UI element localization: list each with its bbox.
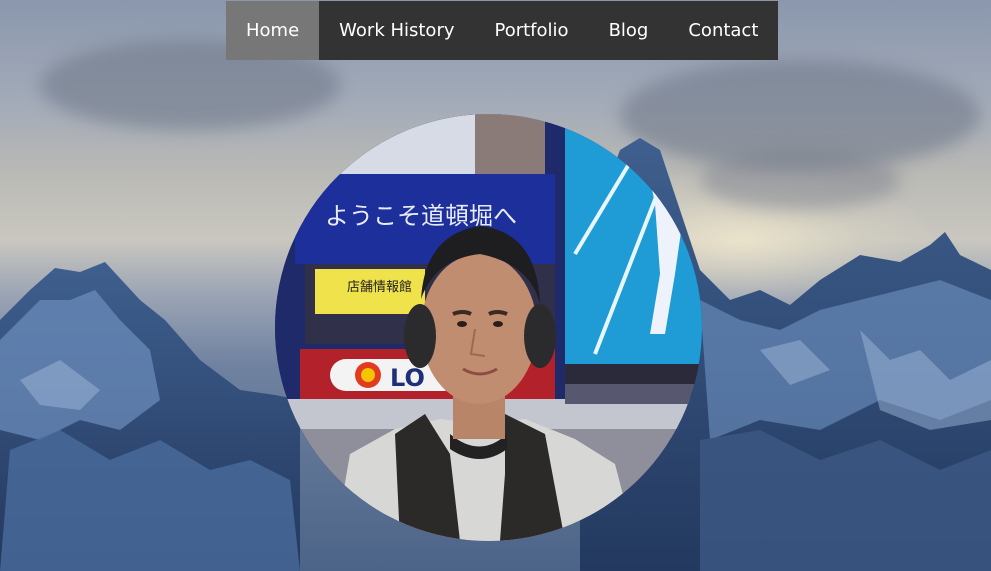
nav-item-work-history[interactable]: Work History [319, 1, 474, 60]
profile-photo: ようこそ道頓堀へ 店舗情報館 LO [275, 114, 702, 541]
info-sign-text: 店舗情報館 [347, 280, 412, 295]
nav-item-portfolio[interactable]: Portfolio [475, 1, 589, 60]
welcome-sign-text: ようこそ道頓堀へ [325, 202, 517, 230]
main-nav: Home Work History Portfolio Blog Contact [226, 1, 779, 60]
nav-item-blog[interactable]: Blog [589, 1, 669, 60]
nav-item-home[interactable]: Home [226, 1, 320, 60]
nav-item-contact[interactable]: Contact [668, 1, 778, 60]
page: Home Work History Portfolio Blog Contact… [0, 0, 991, 571]
brand-sign-text: LO [390, 364, 425, 392]
